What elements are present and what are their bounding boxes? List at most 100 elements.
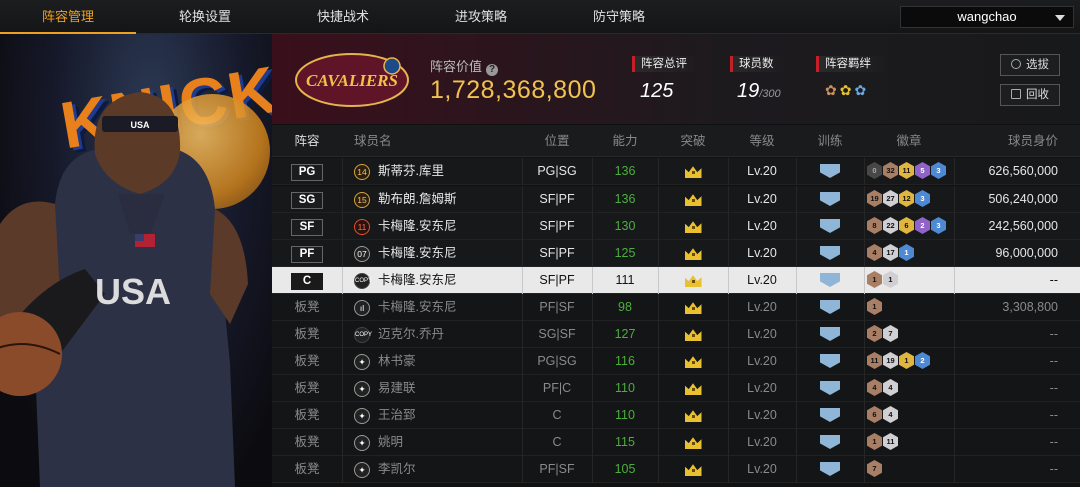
badge-hex-icon[interactable]: 7 bbox=[867, 460, 882, 477]
col-breakthrough[interactable]: 突破 bbox=[658, 125, 728, 157]
training-shield-icon[interactable] bbox=[820, 327, 840, 341]
col-name[interactable]: 球员名 bbox=[354, 125, 414, 157]
badge-hex-icon[interactable]: 4 bbox=[883, 379, 898, 396]
badge-hex-icon[interactable]: 0 bbox=[867, 162, 882, 179]
question-icon[interactable]: ? bbox=[486, 64, 499, 76]
select-button[interactable]: 选拔 bbox=[1000, 54, 1060, 76]
badge-hex-icon[interactable]: 4 bbox=[883, 406, 898, 423]
crown-icon[interactable] bbox=[684, 383, 702, 395]
col-ability[interactable]: 能力 bbox=[592, 125, 658, 157]
player-name[interactable]: 迈克尔.乔丹 bbox=[378, 321, 444, 348]
table-row[interactable]: 板凳 ✦ 林书豪 PG|SG 116 Lv.20 11 19 1 2 -- bbox=[272, 348, 1080, 375]
badge-hex-icon[interactable]: 4 bbox=[867, 379, 882, 396]
crown-icon[interactable] bbox=[684, 275, 702, 287]
player-name[interactable]: 姚明 bbox=[378, 429, 403, 456]
training-shield-icon[interactable] bbox=[820, 354, 840, 368]
col-level[interactable]: 等级 bbox=[728, 125, 796, 157]
badge-hex-icon[interactable]: 3 bbox=[931, 162, 946, 179]
badge-hex-icon[interactable]: 3 bbox=[931, 217, 946, 234]
badge-hex-icon[interactable]: 22 bbox=[883, 217, 898, 234]
crown-icon[interactable] bbox=[684, 356, 702, 368]
badge-hex-icon[interactable]: 27 bbox=[883, 190, 898, 207]
crown-icon[interactable] bbox=[684, 464, 702, 476]
user-dropdown[interactable]: wangchao bbox=[900, 6, 1074, 28]
badge-hex-icon[interactable]: 1 bbox=[867, 271, 882, 288]
badge-hex-icon[interactable]: 11 bbox=[899, 162, 914, 179]
badge-hex-icon[interactable]: 2 bbox=[915, 217, 930, 234]
player-name[interactable]: 林书豪 bbox=[378, 348, 416, 375]
badge-hex-icon[interactable]: 2 bbox=[915, 352, 930, 369]
table-row[interactable]: 板凳 ✦ 易建联 PF|C 110 Lv.20 4 4 -- bbox=[272, 375, 1080, 402]
badge-hex-icon[interactable]: 11 bbox=[867, 352, 882, 369]
badge-hex-icon[interactable]: 6 bbox=[899, 217, 914, 234]
badge-hex-icon[interactable]: 12 bbox=[899, 190, 914, 207]
badge-hex-icon[interactable]: 1 bbox=[867, 298, 882, 315]
table-row[interactable]: 板凳 ıl 卡梅隆.安东尼 PF|SF 98 Lv.20 1 3,308,800 bbox=[272, 294, 1080, 321]
col-badge[interactable]: 徽章 bbox=[864, 125, 954, 157]
recycle-button[interactable]: 回收 bbox=[1000, 84, 1060, 106]
tab-lineup-management[interactable]: 阵容管理 bbox=[0, 0, 136, 34]
player-name[interactable]: 斯蒂芬.库里 bbox=[378, 158, 444, 185]
training-shield-icon[interactable] bbox=[820, 381, 840, 395]
crown-icon[interactable] bbox=[684, 302, 702, 314]
badge-hex-icon[interactable]: 2 bbox=[867, 325, 882, 342]
col-position[interactable]: 位置 bbox=[522, 125, 592, 157]
badge-hex-icon[interactable]: 19 bbox=[867, 190, 882, 207]
table-row[interactable]: PG 14 斯蒂芬.库里 PG|SG 136 Lv.20 0 32 11 5 3 626,560,00… bbox=[272, 158, 1080, 185]
badge-hex-icon[interactable]: 6 bbox=[867, 406, 882, 423]
player-name[interactable]: 勒布朗.詹姆斯 bbox=[378, 186, 456, 213]
bond-icon-blue[interactable]: ✿ bbox=[854, 82, 869, 98]
bond-icon-gold[interactable]: ✿ bbox=[840, 82, 855, 98]
table-row[interactable]: 板凳 ✦ 李凯尔 PF|SF 105 Lv.20 7 -- bbox=[272, 456, 1080, 483]
badge-hex-icon[interactable]: 1 bbox=[883, 271, 898, 288]
badge-hex-icon[interactable]: 11 bbox=[883, 433, 898, 450]
crown-icon[interactable] bbox=[684, 221, 702, 233]
training-shield-icon[interactable] bbox=[820, 246, 840, 260]
table-row[interactable]: PF 07 卡梅隆.安东尼 SF|PF 125 Lv.20 4 17 1 96,000,000 bbox=[272, 240, 1080, 267]
col-training[interactable]: 训练 bbox=[796, 125, 864, 157]
badge-hex-icon[interactable]: 1 bbox=[899, 352, 914, 369]
player-name[interactable]: 卡梅隆.安东尼 bbox=[378, 240, 456, 267]
tab-offense-strategy[interactable]: 进攻策略 bbox=[412, 0, 550, 34]
badge-hex-icon[interactable]: 17 bbox=[883, 244, 898, 261]
crown-icon[interactable] bbox=[684, 437, 702, 449]
player-name[interactable]: 卡梅隆.安东尼 bbox=[378, 213, 456, 240]
table-row[interactable]: C COPY 卡梅隆.安东尼 SF|PF 111 Lv.20 1 1 -- bbox=[272, 267, 1080, 294]
badge-hex-icon[interactable]: 32 bbox=[883, 162, 898, 179]
badge-hex-icon[interactable]: 1 bbox=[867, 433, 882, 450]
training-shield-icon[interactable] bbox=[820, 164, 840, 178]
training-shield-icon[interactable] bbox=[820, 408, 840, 422]
crown-icon[interactable] bbox=[684, 329, 702, 341]
table-row[interactable]: 板凳 COPY 迈克尔.乔丹 SG|SF 127 Lv.20 2 7 -- bbox=[272, 321, 1080, 348]
badge-hex-icon[interactable]: 5 bbox=[915, 162, 930, 179]
training-shield-icon[interactable] bbox=[820, 192, 840, 206]
badge-hex-icon[interactable]: 3 bbox=[915, 190, 930, 207]
crown-icon[interactable] bbox=[684, 248, 702, 260]
badge-hex-icon[interactable]: 7 bbox=[883, 325, 898, 342]
player-name[interactable]: 卡梅隆.安东尼 bbox=[378, 294, 456, 321]
badge-hex-icon[interactable]: 8 bbox=[867, 217, 882, 234]
tab-rotation-settings[interactable]: 轮换设置 bbox=[136, 0, 274, 34]
training-shield-icon[interactable] bbox=[820, 219, 840, 233]
tab-quick-tactics[interactable]: 快捷战术 bbox=[274, 0, 412, 34]
badge-hex-icon[interactable]: 4 bbox=[867, 244, 882, 261]
col-value[interactable]: 球员身价 bbox=[954, 125, 1074, 157]
player-name[interactable]: 李凯尔 bbox=[378, 456, 416, 483]
training-shield-icon[interactable] bbox=[820, 300, 840, 314]
table-row[interactable]: SF 11 卡梅隆.安东尼 SF|PF 130 Lv.20 8 22 6 2 3 242,560,00… bbox=[272, 213, 1080, 240]
col-lineup[interactable]: 阵容 bbox=[272, 125, 342, 157]
player-name[interactable]: 王治郅 bbox=[378, 402, 416, 429]
crown-icon[interactable] bbox=[684, 194, 702, 206]
training-shield-icon[interactable] bbox=[820, 273, 840, 287]
table-row[interactable]: 板凳 ✦ 王治郅 C 110 Lv.20 6 4 -- bbox=[272, 402, 1080, 429]
table-row[interactable]: SG 15 勒布朗.詹姆斯 SF|PF 136 Lv.20 19 27 12 3 506,240,0… bbox=[272, 186, 1080, 213]
training-shield-icon[interactable] bbox=[820, 435, 840, 449]
crown-icon[interactable] bbox=[684, 410, 702, 422]
bond-icon-bronze[interactable]: ✿ bbox=[825, 82, 840, 98]
badge-hex-icon[interactable]: 19 bbox=[883, 352, 898, 369]
player-name[interactable]: 易建联 bbox=[378, 375, 416, 402]
player-name[interactable]: 卡梅隆.安东尼 bbox=[378, 267, 456, 294]
tab-defense-strategy[interactable]: 防守策略 bbox=[550, 0, 688, 34]
table-row[interactable]: 板凳 ✦ 姚明 C 115 Lv.20 1 11 -- bbox=[272, 429, 1080, 456]
crown-icon[interactable] bbox=[684, 166, 702, 178]
